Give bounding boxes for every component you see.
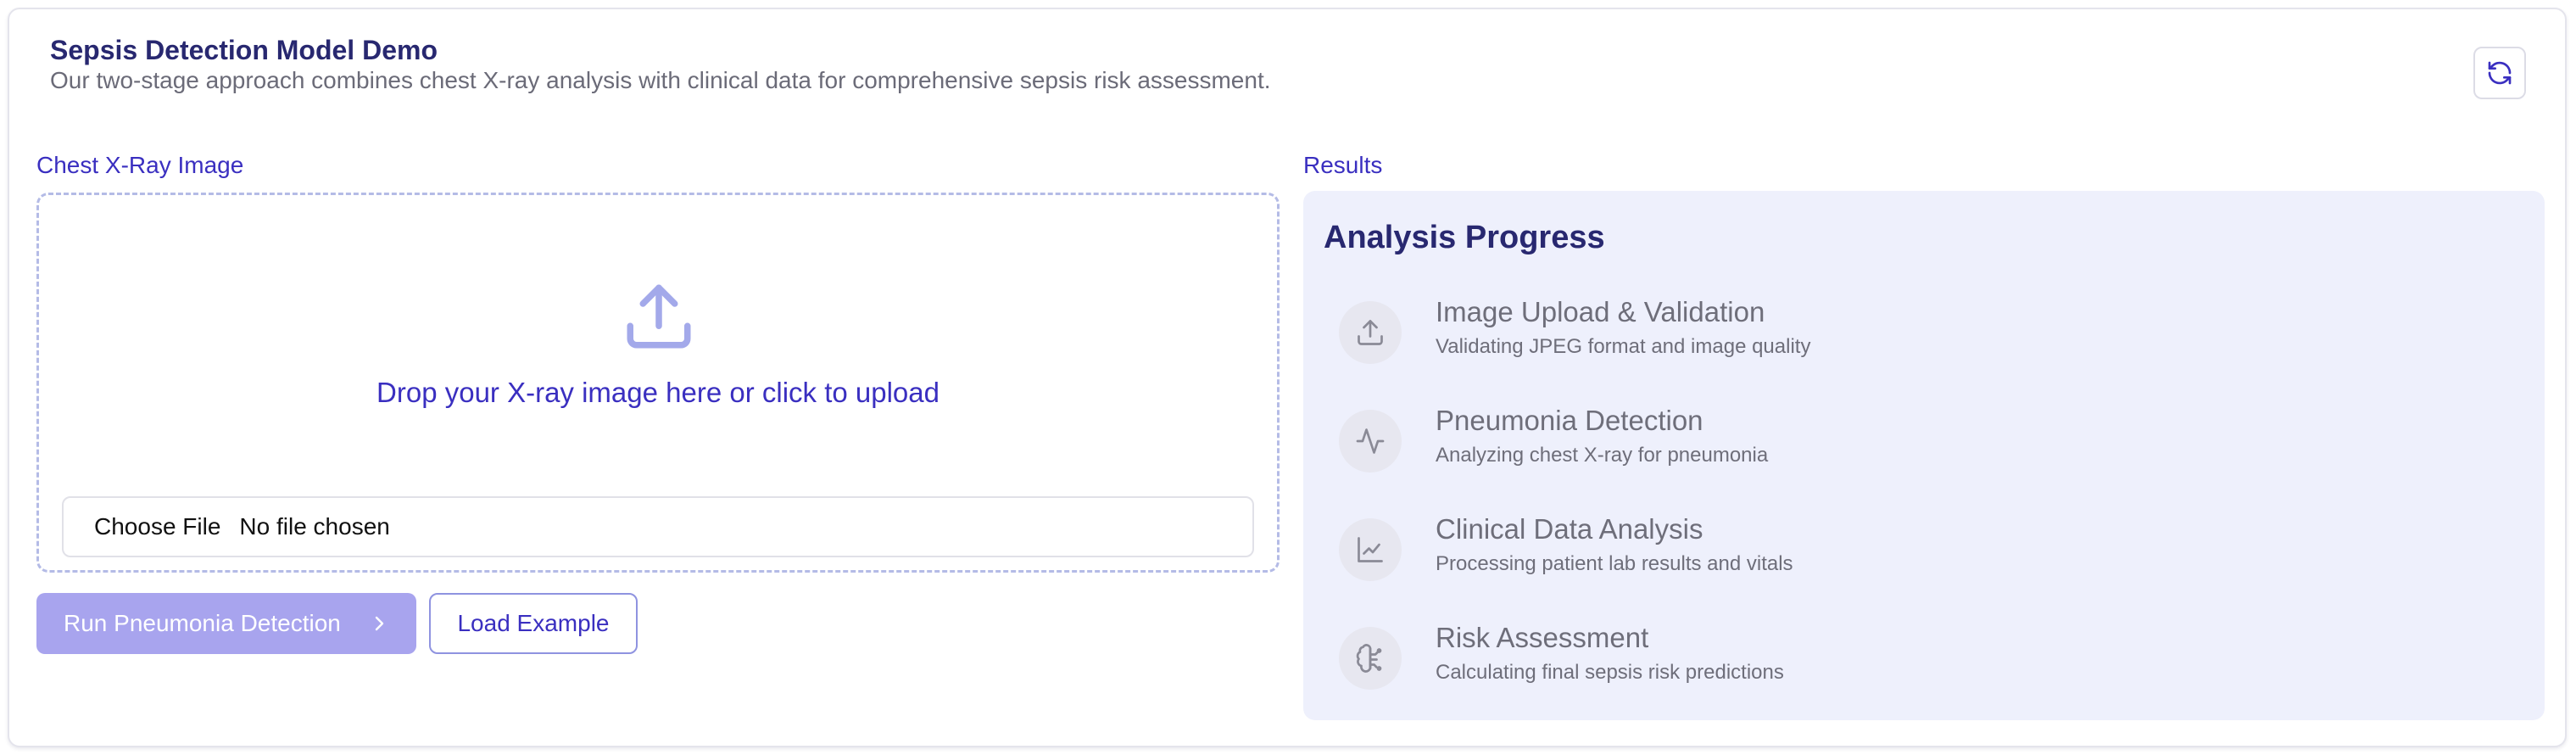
run-pneumonia-detection-button[interactable]: Run Pneumonia Detection — [36, 593, 416, 654]
file-input[interactable]: Choose File No file chosen — [62, 496, 1254, 557]
analysis-progress-title: Analysis Progress — [1324, 220, 1605, 255]
progress-step-clinical: Clinical Data Analysis Processing patien… — [1339, 506, 2509, 591]
upload-icon — [1339, 301, 1402, 364]
activity-icon — [1339, 410, 1402, 473]
page-title: Sepsis Detection Model Demo — [50, 35, 438, 65]
page-subtitle: Our two-stage approach combines chest X-… — [50, 67, 1271, 93]
choose-file-button[interactable]: Choose File — [94, 513, 220, 540]
xray-section-label: Chest X-Ray Image — [36, 152, 244, 178]
progress-step-pneumonia: Pneumonia Detection Analyzing chest X-ra… — [1339, 398, 2509, 483]
step-title: Clinical Data Analysis — [1436, 513, 1703, 545]
results-section-label: Results — [1303, 152, 1383, 178]
progress-step-risk: Risk Assessment Calculating final sepsis… — [1339, 615, 2509, 700]
step-description: Analyzing chest X-ray for pneumonia — [1436, 444, 1769, 467]
step-title: Image Upload & Validation — [1436, 296, 1765, 327]
refresh-button[interactable] — [2473, 47, 2526, 99]
step-title: Risk Assessment — [1436, 622, 1649, 653]
load-example-button[interactable]: Load Example — [429, 593, 638, 654]
results-panel: Analysis Progress Image Upload & Validat… — [1303, 191, 2545, 720]
drop-instruction: Drop your X-ray image here or click to u… — [376, 377, 940, 408]
upload-icon — [627, 284, 691, 349]
chevron-right-icon — [375, 616, 384, 631]
xray-dropzone[interactable]: Drop your X-ray image here or click to u… — [36, 193, 1280, 573]
demo-card: Sepsis Detection Model Demo Our two-stag… — [8, 8, 2567, 747]
step-title: Pneumonia Detection — [1436, 405, 1703, 436]
step-description: Validating JPEG format and image quality — [1436, 335, 1811, 358]
step-description: Calculating final sepsis risk prediction… — [1436, 661, 1784, 684]
step-description: Processing patient lab results and vital… — [1436, 552, 1793, 575]
progress-step-upload: Image Upload & Validation Validating JPE… — [1339, 289, 2509, 374]
run-button-label: Run Pneumonia Detection — [64, 610, 341, 636]
brain-icon — [1339, 627, 1402, 690]
line-chart-icon — [1339, 518, 1402, 581]
refresh-icon — [2488, 61, 2512, 85]
file-status: No file chosen — [239, 513, 390, 540]
